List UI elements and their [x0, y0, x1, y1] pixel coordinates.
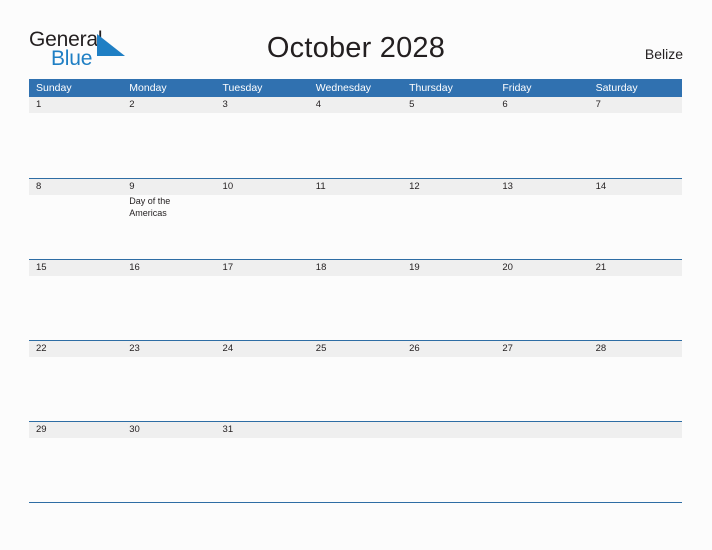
- weekday-header-monday: Monday: [129, 82, 167, 94]
- day-cell[interactable]: 15: [29, 260, 122, 339]
- day-number: 14: [595, 181, 607, 192]
- calendar-bottom-border: [29, 502, 682, 504]
- day-cell[interactable]: 28: [589, 341, 682, 420]
- day-cell[interactable]: 4: [309, 97, 402, 176]
- day-cell[interactable]: 12: [402, 179, 495, 258]
- day-number: 3: [222, 99, 228, 110]
- day-event: Day of the Americas: [129, 196, 171, 218]
- day-number: 7: [595, 99, 601, 110]
- day-number: 21: [595, 262, 607, 273]
- weekday-header-wednesday: Wednesday: [315, 82, 372, 94]
- day-number: 27: [502, 343, 513, 354]
- weekday-header-tuesday: Tuesday: [222, 82, 263, 94]
- day-cell[interactable]: 20: [495, 260, 588, 339]
- day-number: 31: [222, 424, 234, 435]
- day-number: 4: [315, 99, 322, 110]
- day-cell[interactable]: 29: [29, 422, 122, 501]
- day-number: 30: [129, 424, 140, 435]
- weekday-header-thursday: Thursday: [409, 82, 453, 94]
- day-number: [596, 424, 676, 437]
- day-cell-empty[interactable]: [589, 422, 682, 501]
- day-number: 20: [502, 262, 513, 273]
- day-cell[interactable]: 3: [216, 97, 309, 176]
- day-cell[interactable]: 19: [402, 260, 495, 339]
- weekday-header-sunday: Sunday: [36, 82, 72, 94]
- day-number: 10: [222, 181, 234, 192]
- day-number: 5: [409, 99, 415, 110]
- day-cell[interactable]: 5: [402, 97, 495, 176]
- day-number: 1: [36, 99, 42, 110]
- week-row: 1 2 3 4 5 6 7: [29, 97, 682, 178]
- day-cell[interactable]: 16: [122, 260, 215, 339]
- day-number: 17: [222, 262, 234, 273]
- day-cell-empty[interactable]: [402, 422, 495, 501]
- day-cell[interactable]: 18: [309, 260, 402, 339]
- day-cell[interactable]: 30: [122, 422, 215, 501]
- day-number: 29: [36, 424, 47, 435]
- day-cell[interactable]: 1: [29, 97, 122, 176]
- day-number: 9: [129, 181, 135, 192]
- week-row: 8 9 Day of the Americas 10 11 12 13 14: [29, 178, 682, 259]
- day-cell[interactable]: 7: [589, 97, 682, 176]
- day-cell[interactable]: 11: [309, 179, 402, 258]
- day-cell[interactable]: 9 Day of the Americas: [122, 179, 215, 258]
- day-cell[interactable]: 13: [495, 179, 588, 258]
- day-cell[interactable]: 6: [495, 97, 588, 176]
- day-number: 22: [36, 343, 47, 354]
- day-number: 6: [502, 99, 508, 110]
- day-cell[interactable]: 22: [29, 341, 122, 420]
- day-number: 25: [315, 343, 327, 354]
- day-number: 8: [36, 181, 42, 192]
- day-number: [409, 424, 489, 437]
- day-cell[interactable]: 17: [216, 260, 309, 339]
- day-number: 24: [222, 343, 234, 354]
- day-number: 2: [129, 99, 135, 110]
- day-number: 19: [409, 262, 420, 273]
- day-number: 18: [315, 262, 327, 273]
- day-cell[interactable]: 27: [495, 341, 588, 420]
- weekday-header-saturday: Saturday: [595, 82, 638, 94]
- week-row: 15 16 17 18 19 20 21: [29, 259, 682, 340]
- day-cell[interactable]: 8: [29, 179, 122, 258]
- day-cell[interactable]: 2: [122, 97, 215, 176]
- weekday-header-row: Sunday Monday Tuesday Wednesday Thursday…: [29, 79, 682, 97]
- day-number: 13: [502, 181, 513, 192]
- weekday-header-friday: Friday: [502, 82, 532, 94]
- day-number: 15: [36, 262, 47, 273]
- day-cell[interactable]: 26: [402, 341, 495, 420]
- page-header: General Blue October 2028 Belize: [0, 0, 712, 79]
- day-number: 28: [595, 343, 607, 354]
- week-row: 22 23 24 25 26 27 28: [29, 340, 682, 421]
- day-number: 26: [409, 343, 420, 354]
- day-number: [502, 424, 582, 437]
- day-cell[interactable]: 25: [309, 341, 402, 420]
- day-number: 11: [315, 181, 326, 192]
- day-cell-empty[interactable]: [495, 422, 588, 501]
- country-label: Belize: [644, 46, 683, 62]
- day-cell[interactable]: 31: [216, 422, 309, 501]
- day-cell[interactable]: 24: [216, 341, 309, 420]
- day-cell-empty[interactable]: [309, 422, 402, 501]
- day-number: 23: [129, 343, 140, 354]
- week-row: 29 30 31: [29, 421, 682, 502]
- page-title: October 2028: [266, 32, 446, 64]
- day-cell[interactable]: 14: [589, 179, 682, 258]
- day-number: [316, 424, 396, 437]
- day-cell[interactable]: 10: [216, 179, 309, 258]
- calendar-grid: Sunday Monday Tuesday Wednesday Thursday…: [29, 79, 682, 504]
- day-number: 12: [409, 181, 420, 192]
- day-cell[interactable]: 23: [122, 341, 215, 420]
- day-number: 16: [129, 262, 140, 273]
- day-cell[interactable]: 21: [589, 260, 682, 339]
